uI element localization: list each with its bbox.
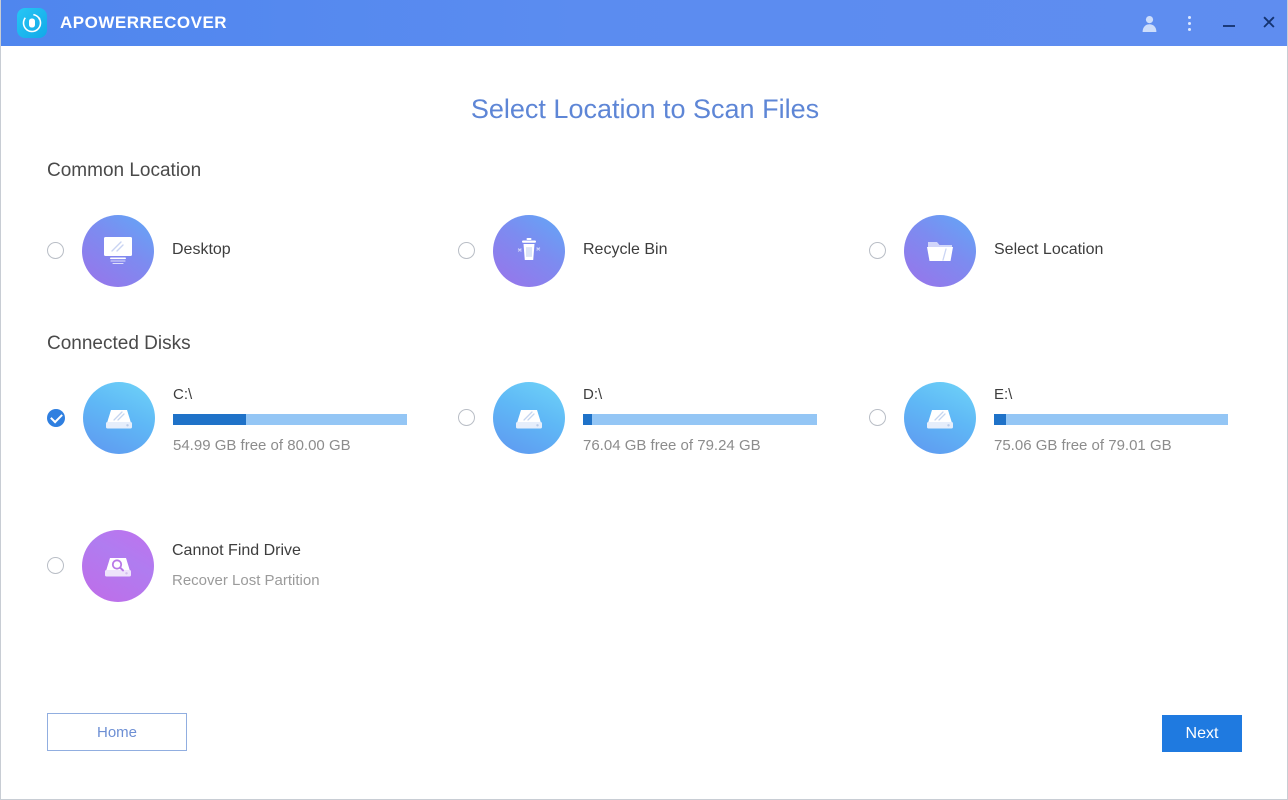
disk-info-e: E:\ 75.06 GB free of 79.01 GB [994, 386, 1230, 454]
next-button[interactable]: Next [1162, 715, 1242, 752]
radio-desktop[interactable] [47, 242, 64, 259]
disk-free-text-c: 54.99 GB free of 80.00 GB [173, 437, 409, 454]
disk-usage-bar-c [173, 414, 407, 425]
connected-disks-row: C:\ 54.99 GB free of 80.00 GB D:\ [1, 382, 1288, 474]
option-select-location[interactable]: Select Location [869, 215, 1103, 287]
section-heading-connected-disks: Connected Disks [47, 333, 191, 355]
lost-partition-row: Cannot Find Drive Recover Lost Partition [1, 530, 1288, 606]
common-location-row: Desktop Recycle Bin [1, 215, 1288, 291]
account-icon[interactable] [1129, 0, 1169, 46]
lost-partition-subtitle: Recover Lost Partition [172, 572, 320, 589]
option-label-select-location: Select Location [994, 241, 1103, 259]
disk-name-e: E:\ [994, 386, 1230, 403]
disk-usage-fill-e [994, 414, 1006, 425]
disk-info-c: C:\ 54.99 GB free of 80.00 GB [173, 386, 409, 454]
section-heading-common-location: Common Location [47, 160, 201, 182]
disk-info-d: D:\ 76.04 GB free of 79.24 GB [583, 386, 819, 454]
lost-partition-info: Cannot Find Drive Recover Lost Partition [172, 542, 320, 589]
option-label-recycle-bin: Recycle Bin [583, 241, 667, 259]
radio-cannot-find-drive[interactable] [47, 557, 64, 574]
drive-search-icon [82, 530, 154, 602]
disk-option-e[interactable]: E:\ 75.06 GB free of 79.01 GB [869, 382, 1230, 454]
home-button[interactable]: Home [47, 713, 187, 751]
title-bar: APOWERRECOVER ✕ [1, 0, 1288, 46]
disk-free-text-d: 76.04 GB free of 79.24 GB [583, 437, 819, 454]
option-cannot-find-drive[interactable]: Cannot Find Drive Recover Lost Partition [47, 530, 320, 602]
minimize-glyph [1223, 25, 1235, 27]
three-dots-menu-icon[interactable] [1169, 0, 1209, 46]
hard-drive-icon [904, 382, 976, 454]
disk-option-d[interactable]: D:\ 76.04 GB free of 79.24 GB [458, 382, 819, 454]
lost-partition-title: Cannot Find Drive [172, 542, 320, 560]
trash-bin-icon [493, 215, 565, 287]
radio-disk-d[interactable] [458, 409, 475, 426]
dots-glyph [1188, 16, 1191, 31]
option-label-desktop: Desktop [172, 241, 231, 259]
disk-name-d: D:\ [583, 386, 819, 403]
disk-name-c: C:\ [173, 386, 409, 403]
radio-disk-e[interactable] [869, 409, 886, 426]
radio-select-location[interactable] [869, 242, 886, 259]
disk-usage-fill-c [173, 414, 246, 425]
desktop-monitor-icon [82, 215, 154, 287]
radio-disk-c[interactable] [47, 409, 65, 427]
disk-usage-bar-e [994, 414, 1228, 425]
radio-recycle-bin[interactable] [458, 242, 475, 259]
page-title: Select Location to Scan Files [1, 94, 1288, 125]
hard-drive-icon [83, 382, 155, 454]
apowerrecover-logo-icon [17, 8, 47, 38]
disk-option-c[interactable]: C:\ 54.99 GB free of 80.00 GB [47, 382, 409, 454]
minimize-icon[interactable] [1209, 0, 1249, 46]
close-glyph: ✕ [1261, 14, 1277, 33]
disk-usage-bar-d [583, 414, 817, 425]
folder-icon [904, 215, 976, 287]
disk-free-text-e: 75.06 GB free of 79.01 GB [994, 437, 1230, 454]
app-title: APOWERRECOVER [60, 13, 227, 33]
option-desktop[interactable]: Desktop [47, 215, 231, 287]
apowerrecover-window: APOWERRECOVER ✕ Select Location to Scan … [0, 0, 1288, 800]
window-controls: ✕ [1129, 0, 1288, 46]
disk-usage-fill-d [583, 414, 592, 425]
close-icon[interactable]: ✕ [1249, 0, 1288, 46]
hard-drive-icon [493, 382, 565, 454]
option-recycle-bin[interactable]: Recycle Bin [458, 215, 667, 287]
